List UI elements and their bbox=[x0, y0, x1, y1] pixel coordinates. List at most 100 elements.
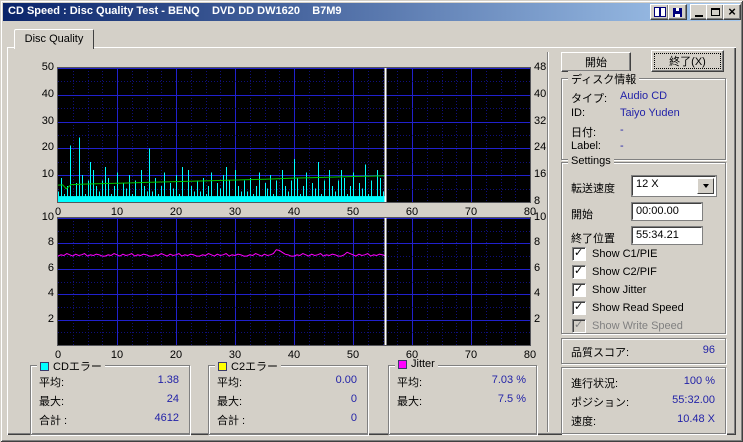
x-axis-tick-label: 40 bbox=[287, 349, 301, 361]
y-axis-tick-label: 10 bbox=[41, 211, 54, 223]
c2-error-title: C2エラー bbox=[231, 361, 279, 373]
save-button[interactable] bbox=[668, 4, 687, 20]
checkbox-label: Show Jitter bbox=[592, 284, 647, 296]
c2-avg-label: 平均: bbox=[217, 377, 243, 389]
c2-max-label: 最大: bbox=[217, 396, 243, 408]
checkbox-label: Show C2/PIF bbox=[592, 266, 657, 278]
quality-score-label: 品質スコア: bbox=[571, 347, 630, 359]
disc-id-value: Taiyo Yuden bbox=[620, 107, 680, 119]
y-axis-tick-label: 50 bbox=[41, 61, 54, 73]
jitter-max-value: 7.5 % bbox=[497, 393, 526, 405]
start-button[interactable]: 開始 bbox=[561, 52, 631, 72]
jitter-avg-label: 平均: bbox=[397, 377, 423, 389]
checkbox-show-read-speed[interactable]: ✓ Show Read Speed bbox=[572, 301, 684, 315]
jitter-legend: Jitter bbox=[395, 358, 438, 370]
report-icon bbox=[653, 7, 666, 17]
y-axis-tick-label: 10 bbox=[41, 168, 54, 181]
checkbox-icon: ✓ bbox=[572, 247, 586, 261]
y-axis-tick-label: 2 bbox=[47, 312, 54, 325]
start-pos-label: 開始 bbox=[571, 209, 593, 221]
y-axis-right-tick-label: 32 bbox=[534, 114, 547, 127]
y-axis-right-tick-label: 2 bbox=[534, 312, 541, 325]
checkbox-icon: ✓ bbox=[572, 301, 586, 315]
disc-info-title: ディスク情報 bbox=[568, 71, 640, 87]
speed-value: 12 X bbox=[636, 178, 659, 190]
checkbox-show-c2[interactable]: ✓ Show C2/PIF bbox=[572, 265, 657, 279]
save-icon bbox=[673, 7, 682, 17]
disc-type-value: Audio CD bbox=[620, 90, 668, 102]
y-axis-tick-label: 8 bbox=[47, 236, 54, 249]
y-axis-right-tick-label: 10 bbox=[534, 211, 547, 223]
y-axis-tick-label: 20 bbox=[41, 141, 54, 154]
position-value: 55:32.00 bbox=[672, 394, 715, 406]
x-axis-tick-label: 10 bbox=[110, 349, 124, 361]
checkbox-icon: ✓ bbox=[572, 283, 586, 297]
disc-id-label: ID: bbox=[571, 107, 586, 119]
jitter-legend-swatch bbox=[398, 359, 407, 369]
y-axis-right-tick-label: 40 bbox=[534, 87, 547, 100]
checkbox-show-jitter[interactable]: ✓ Show Jitter bbox=[572, 283, 646, 297]
maximize-button[interactable] bbox=[706, 4, 724, 20]
cd-max-value: 24 bbox=[166, 393, 179, 405]
cd-error-title: CDエラー bbox=[53, 361, 102, 373]
cd-avg-label: 平均: bbox=[39, 377, 65, 389]
disc-info-group: ディスク情報 タイプ: Audio CD ID: Taiyo Yuden 日付:… bbox=[561, 71, 726, 160]
disc-type-label: タイプ: bbox=[571, 93, 608, 105]
y-axis-tick-label: 30 bbox=[41, 114, 54, 127]
disc-date-label: 日付: bbox=[571, 127, 597, 139]
checkbox-icon: ✓ bbox=[572, 319, 586, 333]
quality-score-group: 品質スコア: 96 bbox=[561, 338, 726, 364]
y-axis-right-tick-label: 8 bbox=[534, 236, 541, 249]
checkbox-label: Show Write Speed bbox=[592, 320, 683, 332]
y-axis-tick-label: 40 bbox=[41, 87, 54, 100]
x-axis-tick-label: 20 bbox=[169, 349, 183, 361]
jitter-chart-plot[interactable] bbox=[57, 217, 531, 346]
speed-select[interactable]: 12 X bbox=[632, 176, 716, 196]
x-axis-tick-label: 50 bbox=[346, 349, 360, 361]
window-title: CD Speed : Disc Quality Test - BENQ DVD … bbox=[8, 5, 342, 17]
titlebar[interactable]: CD Speed : Disc Quality Test - BENQ DVD … bbox=[3, 3, 740, 21]
settings-group: Settings 転送速度 12 X 開始 00:00.00 終了位置 55:3… bbox=[561, 155, 726, 334]
checkbox-label: Show C1/PIE bbox=[592, 248, 658, 260]
y-axis-right-tick-label: 16 bbox=[534, 168, 547, 181]
progress-group: 進行状況: 100 % ポジション: 55:32.00 速度: 10.48 X bbox=[561, 367, 726, 434]
app-window: CD Speed : Disc Quality Test - BENQ DVD … bbox=[0, 0, 743, 442]
tab-disc-quality[interactable]: Disc Quality bbox=[14, 29, 94, 49]
c2-total-label: 合計 : bbox=[217, 415, 246, 427]
y-axis-right-tick-label: 48 bbox=[534, 61, 547, 73]
cd-error-legend: CDエラー bbox=[37, 358, 105, 374]
y-axis-right-tick-label: 4 bbox=[534, 287, 541, 300]
chevron-down-icon bbox=[702, 184, 709, 188]
speed-readout-label: 速度: bbox=[571, 416, 597, 428]
quality-score-value: 96 bbox=[702, 344, 715, 356]
c2-total-value: 0 bbox=[350, 412, 357, 424]
disc-label-value: - bbox=[620, 140, 624, 152]
end-pos-input[interactable]: 55:34.21 bbox=[632, 227, 702, 244]
checkbox-icon: ✓ bbox=[572, 265, 586, 279]
start-pos-input[interactable]: 00:00.00 bbox=[632, 203, 702, 220]
close-button[interactable]: × bbox=[723, 4, 741, 20]
c2-max-value: 0 bbox=[350, 393, 357, 405]
close-icon: × bbox=[728, 4, 736, 19]
speed-dropdown-button[interactable] bbox=[697, 178, 714, 194]
exit-button[interactable]: 終了(X) bbox=[651, 50, 724, 72]
checkbox-show-write-speed: ✓ Show Write Speed bbox=[572, 319, 683, 333]
checkbox-label: Show Read Speed bbox=[592, 302, 684, 314]
c1-chart-plot[interactable] bbox=[57, 67, 531, 203]
c1-legend-swatch bbox=[40, 361, 49, 371]
end-pos-label: 終了位置 bbox=[571, 233, 615, 245]
checkbox-show-c1[interactable]: ✓ Show C1/PIE bbox=[572, 247, 657, 261]
disc-label-label: Label: bbox=[571, 140, 601, 152]
jitter-title: Jitter bbox=[411, 358, 435, 370]
c2-legend-swatch bbox=[218, 361, 227, 371]
y-axis-tick-label: 6 bbox=[47, 261, 54, 274]
settings-title: Settings bbox=[568, 155, 614, 167]
y-axis-right-tick-label: 24 bbox=[534, 141, 547, 154]
position-label: ポジション: bbox=[571, 397, 630, 409]
jitter-max-label: 最大: bbox=[397, 396, 423, 408]
report-button[interactable] bbox=[650, 4, 669, 20]
maximize-icon bbox=[710, 8, 720, 16]
y-axis-tick-label: 4 bbox=[47, 287, 54, 300]
cd-avg-value: 1.38 bbox=[157, 374, 179, 386]
c2-error-stats-group: C2エラー 平均: 0.00 最大: 0 合計 : 0 bbox=[208, 358, 368, 435]
